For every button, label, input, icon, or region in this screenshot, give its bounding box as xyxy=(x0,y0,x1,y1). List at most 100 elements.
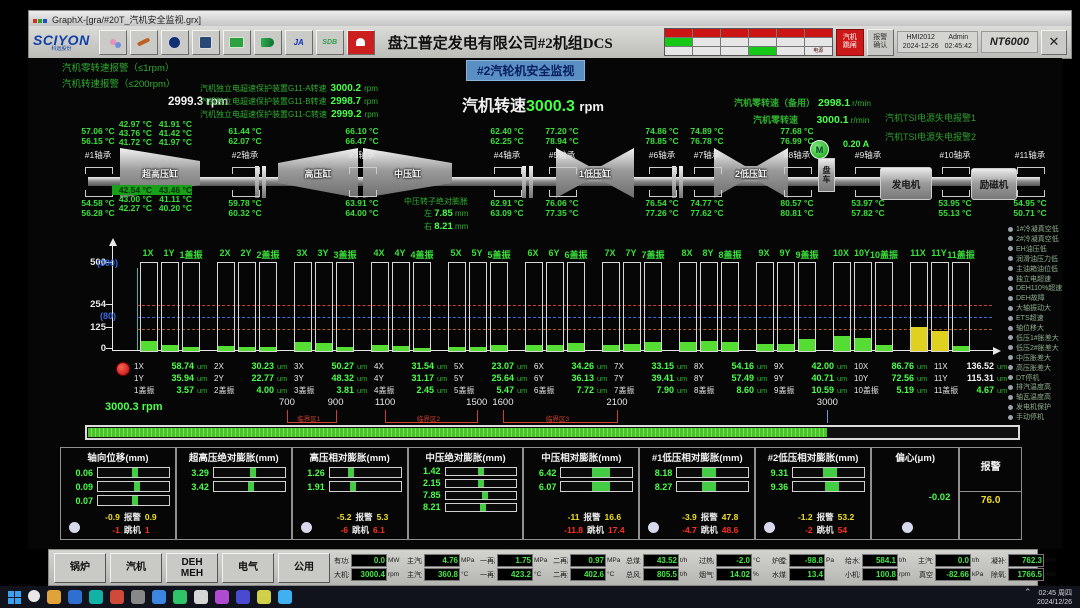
trip-condition-label: 排汽温度高 xyxy=(1016,382,1051,392)
panel-bar-marker xyxy=(825,482,839,491)
alarm-summary-grid: 电源 xyxy=(664,28,833,56)
status-dot-icon xyxy=(1008,415,1013,420)
status-value: 0.0 xyxy=(935,554,971,567)
bearing-temp: 77.62 °C xyxy=(681,208,733,218)
vibration-bar xyxy=(490,262,508,352)
vibration-point-unit: um xyxy=(997,386,1007,395)
close-button[interactable] xyxy=(1041,30,1067,55)
overspeed-value: 3000.2 xyxy=(331,83,362,94)
overspeed-label: 汽机独立电超速保护装置G11-A转速 xyxy=(200,83,327,94)
book-icon-button[interactable] xyxy=(254,30,282,55)
overspeed-label: 汽机独立电超速保护装置G11-C转速 xyxy=(200,109,327,120)
trip-condition-label: 发电机保护 xyxy=(1016,402,1051,412)
cylinder-label: 2低压缸 xyxy=(710,167,792,180)
taskbar-app-icon[interactable] xyxy=(257,590,271,604)
vibration-point-unit: um xyxy=(357,386,367,395)
tray-expand-icon[interactable]: ⌃ xyxy=(1024,587,1037,597)
cylinder-temp: 41.97 °C xyxy=(152,137,192,147)
tsi-power-alarm-2: 汽机TSI电源失电报警2 xyxy=(885,130,976,143)
alarm-grid-cell xyxy=(777,29,804,37)
nav-button-公用[interactable]: 公用 xyxy=(278,553,330,583)
turbine-trip-indicator[interactable]: 汽机 跳闸 xyxy=(836,29,864,56)
overspeed-readout-row: 汽机独立电超速保护装置G11-C转速 2999.2rpm xyxy=(200,109,378,122)
taskbar-app-icon[interactable] xyxy=(236,590,250,604)
start-button[interactable] xyxy=(8,591,21,604)
clock-date: 2024/12/26 xyxy=(1037,599,1072,606)
vibration-bar xyxy=(238,262,256,352)
clock-icon-button[interactable] xyxy=(161,30,189,55)
vibration-bar-fill xyxy=(162,345,178,351)
taskbar-app-icon[interactable] xyxy=(47,590,61,604)
panel-value: 3.29 xyxy=(182,468,209,478)
eccentricity-alarm-value: 76.0 xyxy=(965,495,1016,506)
trip-label: 跳机 xyxy=(701,525,718,535)
vibration-bar-label: 3盖振 xyxy=(328,248,362,261)
status-value: 584.1 xyxy=(862,554,898,567)
status-row: 总煤量43.52t/h xyxy=(626,554,695,568)
panel-alarm-limits: -5.2报警5.3 xyxy=(323,511,403,523)
overspeed-unit: rpm xyxy=(365,110,379,119)
trip-condition-item: 高压胀差大 xyxy=(1008,363,1051,373)
taskbar-app-icon[interactable] xyxy=(131,590,145,604)
users-icon-button[interactable] xyxy=(99,30,127,55)
panel-alarm-limits: -0.9报警0.9 xyxy=(91,511,171,523)
user-name: Admin xyxy=(945,33,972,42)
rpm-scale-current: 3000.3 rpm xyxy=(105,401,162,413)
alarm-ack-button[interactable]: 报警 确认 xyxy=(867,29,894,56)
taskbar-clock[interactable]: ⌃ 02:45 周四 2024/12/26 xyxy=(1024,587,1072,608)
panel-bar-row: 8.21 xyxy=(414,502,518,512)
taskbar-app-icon[interactable] xyxy=(152,590,166,604)
panel-trip-limits: -2跳机54 xyxy=(786,524,866,536)
trip-low: -1 xyxy=(112,525,120,535)
vibration-bar-fill xyxy=(778,344,794,351)
vibration-bar-fill xyxy=(239,347,255,351)
panel-status-dot xyxy=(764,522,775,533)
logo-subtext: 科远股份 xyxy=(51,47,71,52)
status-unit: mm xyxy=(1045,571,1060,578)
vibration-point-label: 9盖振 xyxy=(774,385,800,396)
nav-button-锅炉[interactable]: 锅炉 xyxy=(54,553,106,583)
nav-button-DEH[interactable]: DEHMEH xyxy=(166,553,218,583)
monitor-icon-button[interactable] xyxy=(223,30,251,55)
nav-button-汽机[interactable]: 汽机 xyxy=(110,553,162,583)
trip-low: -2 xyxy=(805,525,813,535)
status-label: 一再温度 xyxy=(480,570,495,580)
search-icon[interactable] xyxy=(28,590,40,602)
trip-condition-item: ETS超速 xyxy=(1008,313,1044,323)
vibration-bar-fill xyxy=(799,339,815,351)
panel-bar-row: 0.06 xyxy=(66,467,170,478)
taskbar-app-icon[interactable] xyxy=(278,590,292,604)
expansion-panel: #1低压相对膨胀(mm)8.188.27-3.9报警47.8-4.7跳机48.6 xyxy=(639,447,755,540)
sdb-icon-button[interactable]: SDB xyxy=(316,30,344,55)
taskbar-app-icon[interactable] xyxy=(89,590,103,604)
ja-icon-button[interactable]: JA xyxy=(285,30,313,55)
vibration-bar-label: 6盖振 xyxy=(559,248,593,261)
status-unit: rpm xyxy=(899,571,914,578)
vibration-point-label: 4盖振 xyxy=(374,385,400,396)
status-pair: 主汽流量0.0t/h真空-82.66kPa xyxy=(918,554,987,582)
nav-button-电气[interactable]: 电气 xyxy=(222,553,274,583)
alarm-grid-cell xyxy=(777,38,804,46)
taskbar-app-icon[interactable] xyxy=(110,590,124,604)
vibration-bar xyxy=(469,262,487,352)
tools-icon-button[interactable] xyxy=(130,30,158,55)
alarm-high: 0.9 xyxy=(145,512,157,522)
monitor-icon xyxy=(229,37,244,48)
operator-icon-button[interactable] xyxy=(192,30,220,55)
bearing-temp: 50.71 °C xyxy=(1004,208,1056,218)
speed-label: 汽机转速 xyxy=(462,98,526,115)
vibration-point-value: 5.47 xyxy=(480,385,514,395)
close-icon xyxy=(1049,33,1060,51)
overspeed-value: 2999.2 xyxy=(331,109,362,120)
taskbar-app-icon[interactable] xyxy=(173,590,187,604)
panel-status-dot xyxy=(301,522,312,533)
taskbar-app-icon[interactable] xyxy=(215,590,229,604)
taskbar-app-icon[interactable] xyxy=(194,590,208,604)
trip-condition-item: 大轴振动大 xyxy=(1008,303,1051,313)
vibration-table-cell: 3盖振3.81um xyxy=(294,380,374,398)
alarm-bell-icon-button[interactable] xyxy=(347,30,375,55)
status-value: 1.75 xyxy=(497,554,533,567)
taskbar-app-icon[interactable] xyxy=(68,590,82,604)
bearing-bracket xyxy=(349,190,377,197)
tsi-power-alarm-1: 汽机TSI电源失电报警1 xyxy=(885,111,976,124)
